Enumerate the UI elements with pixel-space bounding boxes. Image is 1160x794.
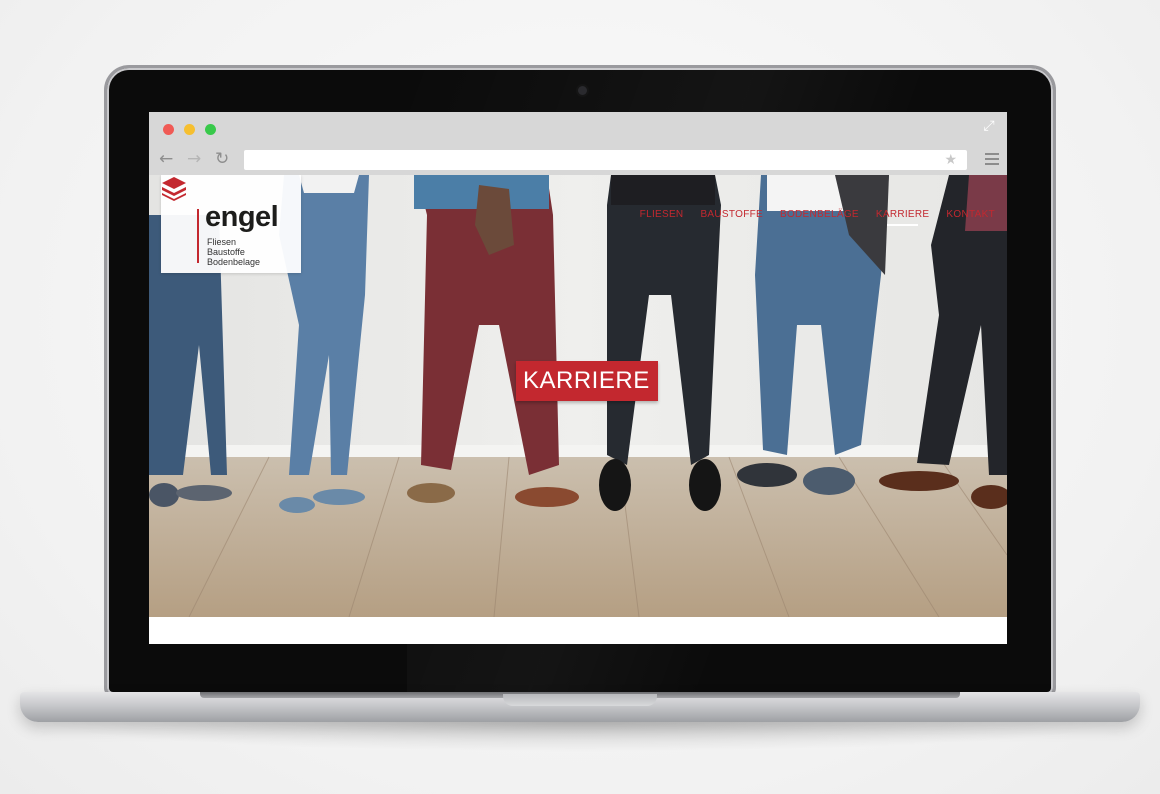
expand-icon[interactable]: ⤢ — [981, 118, 997, 134]
address-bar[interactable]: ★ — [244, 150, 967, 170]
hero-title: KARRIERE — [516, 361, 658, 401]
logo[interactable]: engel Fliesen Baustoffe Bodenbelage — [161, 175, 301, 273]
forward-arrow-icon[interactable]: → — [187, 149, 201, 169]
logo-tagline-line: Baustoffe — [207, 247, 245, 257]
star-icon[interactable]: ★ — [936, 150, 957, 170]
hero-section: engel Fliesen Baustoffe Bodenbelage FLIE… — [149, 175, 1007, 617]
laptop-notch — [503, 694, 657, 706]
maximize-window-button[interactable] — [205, 124, 216, 135]
hamburger-menu-icon[interactable] — [985, 153, 999, 165]
browser-chrome: ⤢ ← → ↻ ★ — [149, 112, 1007, 175]
reload-icon[interactable]: ↻ — [215, 149, 229, 169]
close-window-button[interactable] — [163, 124, 174, 135]
back-arrow-icon[interactable]: ← — [159, 149, 173, 169]
logo-tagline: Fliesen Baustoffe Bodenbelage — [207, 237, 260, 267]
logo-tagline-line: Bodenbelage — [207, 257, 261, 267]
nav-item-bodenbelaege[interactable]: BODENBELÄGE — [780, 209, 859, 221]
minimize-window-button[interactable] — [184, 124, 195, 135]
main-navigation: FLIESEN BAUSTOFFE BODENBELÄGE KARRIERE K… — [623, 209, 995, 226]
logo-divider — [197, 209, 199, 263]
logo-wordmark: engel — [205, 201, 279, 233]
logo-mark-icon — [162, 177, 186, 201]
webcam — [578, 86, 587, 95]
nav-item-karriere[interactable]: KARRIERE — [876, 209, 930, 226]
nav-item-kontakt[interactable]: KONTAKT — [946, 209, 995, 221]
nav-item-fliesen[interactable]: FLIESEN — [640, 209, 684, 221]
laptop-shadow — [40, 722, 1120, 752]
browser-window: ⤢ ← → ↻ ★ engel Fliesen Baustoffe Bodenb… — [149, 112, 1007, 644]
logo-tagline-line: Fliesen — [207, 237, 237, 247]
nav-item-baustoffe[interactable]: BAUSTOFFE — [700, 209, 763, 221]
page-content-start — [149, 617, 1007, 644]
